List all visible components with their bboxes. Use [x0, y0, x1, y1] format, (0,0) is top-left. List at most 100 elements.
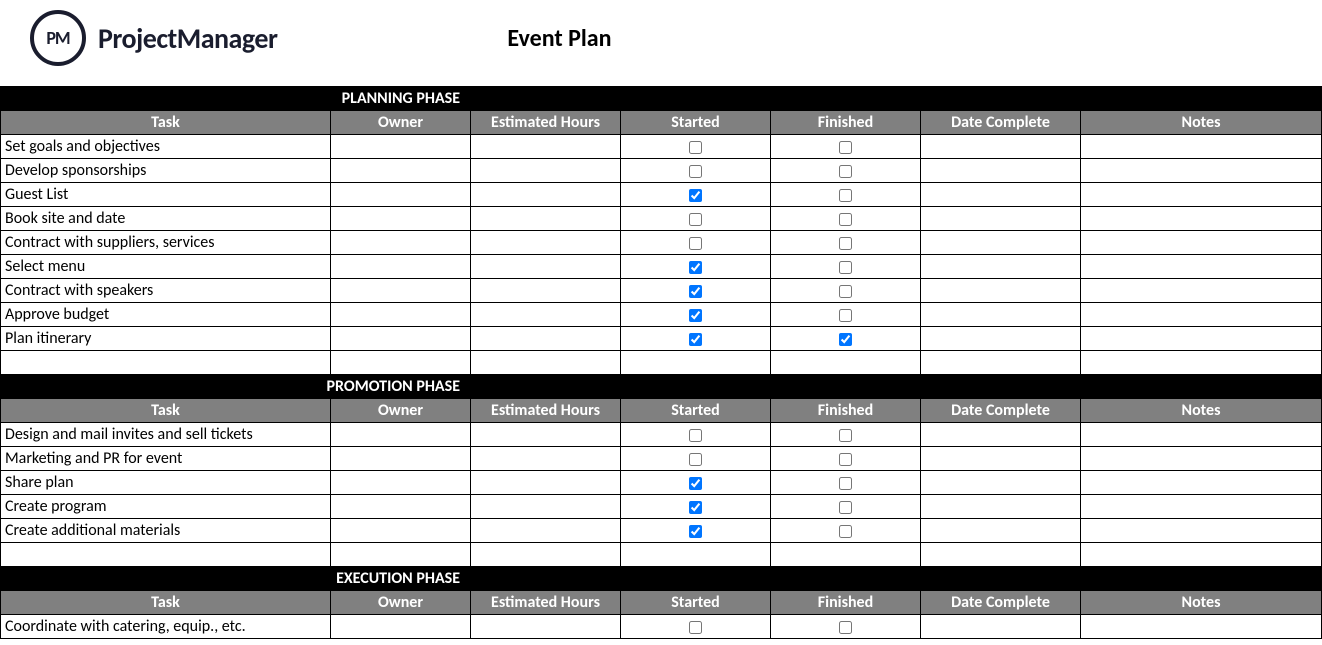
phase-name: EXECUTION PHASE	[1, 567, 471, 591]
finished-cell	[771, 519, 921, 543]
table-row: Select menu	[1, 255, 1322, 279]
task-cell: Plan itinerary	[1, 327, 331, 351]
estimated-hours-cell	[471, 279, 621, 303]
notes-cell	[1081, 135, 1322, 159]
date-complete-cell	[921, 519, 1081, 543]
finished-checkbox[interactable]	[839, 333, 852, 346]
finished-cell	[771, 159, 921, 183]
started-checkbox[interactable]	[689, 165, 702, 178]
owner-cell	[331, 447, 471, 471]
started-checkbox[interactable]	[689, 501, 702, 514]
finished-checkbox[interactable]	[839, 621, 852, 634]
table-row: Guest List	[1, 183, 1322, 207]
finished-checkbox[interactable]	[839, 477, 852, 490]
phase-name: PLANNING PHASE	[1, 87, 471, 111]
finished-cell	[771, 543, 921, 567]
started-checkbox[interactable]	[689, 477, 702, 490]
started-checkbox[interactable]	[689, 189, 702, 202]
finished-cell	[771, 207, 921, 231]
started-checkbox[interactable]	[689, 141, 702, 154]
column-header-finished: Finished	[771, 591, 921, 615]
started-checkbox[interactable]	[689, 285, 702, 298]
logo-name: ProjectManager	[98, 21, 277, 56]
table-row: Share plan	[1, 471, 1322, 495]
started-checkbox[interactable]	[689, 525, 702, 538]
column-header-finished: Finished	[771, 111, 921, 135]
started-checkbox[interactable]	[689, 621, 702, 634]
owner-cell	[331, 495, 471, 519]
finished-checkbox[interactable]	[839, 237, 852, 250]
started-cell	[621, 519, 771, 543]
estimated-hours-cell	[471, 303, 621, 327]
column-header-row: TaskOwnerEstimated HoursStartedFinishedD…	[1, 111, 1322, 135]
date-complete-cell	[921, 231, 1081, 255]
started-checkbox[interactable]	[689, 261, 702, 274]
owner-cell	[331, 615, 471, 639]
started-checkbox[interactable]	[689, 333, 702, 346]
finished-checkbox[interactable]	[839, 309, 852, 322]
owner-cell	[331, 135, 471, 159]
started-cell	[621, 351, 771, 375]
notes-cell	[1081, 495, 1322, 519]
column-header-owner: Owner	[331, 111, 471, 135]
task-cell	[1, 351, 331, 375]
date-complete-cell	[921, 327, 1081, 351]
table-row: Develop sponsorships	[1, 159, 1322, 183]
finished-checkbox[interactable]	[839, 213, 852, 226]
task-cell: Set goals and objectives	[1, 135, 331, 159]
column-header-estimated_hours: Estimated Hours	[471, 111, 621, 135]
task-cell: Guest List	[1, 183, 331, 207]
task-cell: Design and mail invites and sell tickets	[1, 423, 331, 447]
notes-cell	[1081, 159, 1322, 183]
started-checkbox[interactable]	[689, 237, 702, 250]
finished-checkbox[interactable]	[839, 261, 852, 274]
estimated-hours-cell	[471, 615, 621, 639]
started-cell	[621, 327, 771, 351]
notes-cell	[1081, 615, 1322, 639]
started-cell	[621, 303, 771, 327]
phase-name: PROMOTION PHASE	[1, 375, 471, 399]
finished-checkbox[interactable]	[839, 453, 852, 466]
brand-logo: PM ProjectManager	[30, 10, 277, 66]
finished-checkbox[interactable]	[839, 189, 852, 202]
owner-cell	[331, 519, 471, 543]
finished-checkbox[interactable]	[839, 429, 852, 442]
started-checkbox[interactable]	[689, 429, 702, 442]
finished-checkbox[interactable]	[839, 525, 852, 538]
column-header-finished: Finished	[771, 399, 921, 423]
estimated-hours-cell	[471, 447, 621, 471]
column-header-task: Task	[1, 399, 331, 423]
table-row: Contract with speakers	[1, 279, 1322, 303]
estimated-hours-cell	[471, 519, 621, 543]
task-cell: Create additional materials	[1, 519, 331, 543]
table-row: Marketing and PR for event	[1, 447, 1322, 471]
owner-cell	[331, 255, 471, 279]
finished-cell	[771, 135, 921, 159]
date-complete-cell	[921, 615, 1081, 639]
estimated-hours-cell	[471, 231, 621, 255]
started-checkbox[interactable]	[689, 309, 702, 322]
finished-cell	[771, 471, 921, 495]
finished-cell	[771, 279, 921, 303]
started-checkbox[interactable]	[689, 213, 702, 226]
notes-cell	[1081, 327, 1322, 351]
finished-cell	[771, 615, 921, 639]
notes-cell	[1081, 231, 1322, 255]
document-header: PM ProjectManager Event Plan	[0, 0, 1322, 86]
finished-cell	[771, 255, 921, 279]
finished-checkbox[interactable]	[839, 165, 852, 178]
finished-cell	[771, 327, 921, 351]
finished-checkbox[interactable]	[839, 285, 852, 298]
finished-checkbox[interactable]	[839, 501, 852, 514]
estimated-hours-cell	[471, 135, 621, 159]
document-title: Event Plan	[507, 24, 611, 53]
date-complete-cell	[921, 279, 1081, 303]
notes-cell	[1081, 207, 1322, 231]
notes-cell	[1081, 471, 1322, 495]
finished-checkbox[interactable]	[839, 141, 852, 154]
logo-icon: PM	[30, 10, 86, 66]
task-cell: Share plan	[1, 471, 331, 495]
date-complete-cell	[921, 495, 1081, 519]
started-checkbox[interactable]	[689, 453, 702, 466]
estimated-hours-cell	[471, 495, 621, 519]
